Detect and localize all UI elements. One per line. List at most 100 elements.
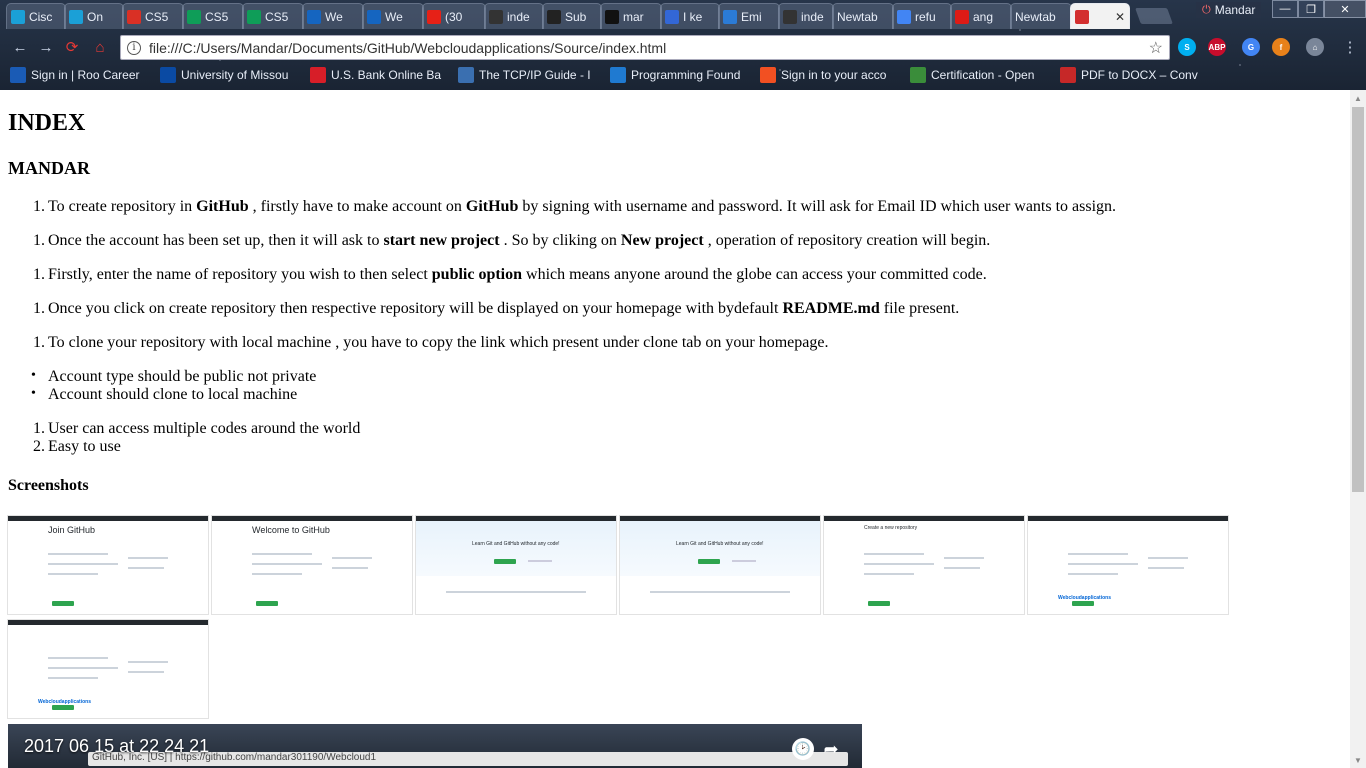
step-text: by signing with username and password. I…	[518, 198, 1117, 215]
close-tab-icon[interactable]: ✕	[1115, 10, 1125, 24]
tab-14[interactable]: Newtab	[832, 3, 894, 29]
bookmark-item[interactable]: Certification - Open	[910, 67, 1034, 83]
screenshot-thumbnail[interactable]: Create a new repository	[824, 516, 1024, 614]
scroll-down-arrow[interactable]: ▼	[1350, 752, 1366, 768]
step-emphasis: public option	[431, 266, 523, 283]
thumb-line	[332, 567, 368, 569]
back-button[interactable]: ←	[10, 38, 30, 56]
bookmark-label: Certification - Open	[931, 68, 1035, 82]
bookmark-label: Programming Found	[631, 68, 741, 82]
screenshot-thumbnail[interactable]: Webcloudapplications	[1028, 516, 1228, 614]
tab-17[interactable]: Newtab	[1010, 3, 1072, 29]
url-text[interactable]: file:///C:/Users/Mandar/Documents/GitHub…	[149, 40, 666, 56]
adblock-icon[interactable]: ABP	[1208, 38, 1226, 56]
gmail-icon	[127, 9, 141, 24]
thumb-line	[1148, 557, 1188, 559]
thumb-line	[650, 591, 790, 593]
tab-10[interactable]: mar	[600, 3, 662, 29]
reload-button[interactable]: ⟳	[62, 38, 82, 56]
vertical-scrollbar[interactable]: ▲ ▼	[1350, 90, 1366, 768]
tab-4[interactable]: CS5	[242, 3, 304, 29]
angular-icon	[955, 9, 969, 24]
thumb-line	[48, 563, 118, 565]
thumb-button	[52, 601, 74, 606]
tab-6[interactable]: We	[362, 3, 424, 29]
step-text: Firstly, enter the name of repository yo…	[48, 266, 432, 283]
youtube-icon	[427, 9, 441, 24]
translate-icon[interactable]: G	[1242, 38, 1260, 56]
thumb-title: Learn Git and GitHub without any code!	[676, 541, 764, 547]
tab-3[interactable]: CS5	[182, 3, 244, 29]
close-window-button[interactable]: ✕	[1324, 0, 1366, 18]
thumb-line	[446, 591, 586, 593]
tab-1[interactable]: On	[64, 3, 124, 29]
thumb-line	[252, 553, 312, 555]
profile-button[interactable]: ⏻ Mandar	[1196, 2, 1262, 18]
tab-15[interactable]: refu	[892, 3, 952, 29]
screenshot-preview-overlay[interactable]: GitHub, Inc. [US] | https://github.com/m…	[8, 724, 862, 768]
thumb-title: Webcloudapplications	[1058, 595, 1111, 601]
bookmark-star-icon[interactable]: ☆	[1149, 38, 1163, 58]
cert-icon	[910, 67, 926, 83]
bookmark-item[interactable]: Sign in | Roo Career	[10, 67, 140, 83]
tab-7[interactable]: (30	[422, 3, 486, 29]
step-text: To clone your repository with local mach…	[48, 334, 829, 351]
screenshot-thumbnail[interactable]: Learn Git and GitHub without any code!	[416, 516, 616, 614]
bookmark-item[interactable]: Sign in to your acco	[760, 67, 886, 83]
bookmark-item[interactable]: The TCP/IP Guide - I	[458, 67, 591, 83]
usbank-icon	[310, 67, 326, 83]
github-icon	[605, 9, 619, 24]
tab-label: refu	[915, 9, 936, 24]
address-bar[interactable]: i file:///C:/Users/Mandar/Documents/GitH…	[120, 35, 1170, 60]
cisco-icon	[69, 9, 83, 24]
screenshot-thumbnail[interactable]: Learn Git and GitHub without any code!	[620, 516, 820, 614]
screenshot-thumbnail[interactable]: Webcloudapplications	[8, 620, 208, 718]
tab-9[interactable]: Sub	[542, 3, 602, 29]
b-icon	[367, 9, 381, 24]
flash-icon[interactable]: f	[1272, 38, 1290, 56]
tab-18[interactable]: ✕	[1070, 3, 1130, 29]
skype-icon[interactable]: S	[1178, 38, 1196, 56]
tab-label: Cisc	[29, 9, 53, 24]
bullet-item: Account should clone to local machine	[31, 386, 297, 404]
scroll-up-arrow[interactable]: ▲	[1350, 90, 1366, 106]
thumb-line	[1068, 573, 1118, 575]
tab-16[interactable]: ang	[950, 3, 1012, 29]
maximize-button[interactable]: ❐	[1298, 0, 1324, 18]
tab-13[interactable]: inde	[778, 3, 834, 29]
thumb-button	[494, 559, 516, 564]
forward-button[interactable]: →	[36, 38, 56, 56]
screenshot-thumbnail[interactable]: Welcome to GitHub	[212, 516, 412, 614]
home-button[interactable]: ⌂	[90, 38, 110, 56]
thumb-line	[128, 567, 164, 569]
info-icon[interactable]: i	[127, 40, 141, 55]
umkc-icon	[160, 67, 176, 83]
home-ext-icon[interactable]: ⌂	[1306, 38, 1324, 56]
screenshot-thumbnail[interactable]: Join GitHub	[8, 516, 208, 614]
bookmark-item[interactable]: U.S. Bank Online Ba	[310, 67, 441, 83]
scroll-thumb[interactable]	[1352, 107, 1364, 492]
minimize-button[interactable]: —	[1272, 0, 1298, 18]
tab-2[interactable]: CS5	[122, 3, 184, 29]
bookmark-item[interactable]: University of Missou	[160, 67, 288, 83]
thumb-line	[332, 557, 372, 559]
tab-label: I ke	[683, 9, 703, 24]
new-tab-button[interactable]	[1135, 8, 1173, 24]
tab-0[interactable]: Cisc	[6, 3, 66, 29]
bookmark-item[interactable]: Programming Found	[610, 67, 740, 83]
toolbar: ← → ⟳ ⌂ i file:///C:/Users/Mandar/Docume…	[0, 32, 1366, 62]
clock-icon[interactable]: 🕑	[792, 738, 814, 760]
tab-label: CS5	[205, 9, 229, 24]
share-icon[interactable]: ➦	[820, 738, 842, 760]
tab-11[interactable]: I ke	[660, 3, 720, 29]
tab-label: On	[87, 9, 104, 24]
menu-icon[interactable]: ⋮	[1340, 38, 1360, 56]
bookmark-item[interactable]: PDF to DOCX – Conv	[1060, 67, 1198, 83]
tab-5[interactable]: We	[302, 3, 364, 29]
tab-8[interactable]: inde	[484, 3, 544, 29]
tab-12[interactable]: Emi	[718, 3, 780, 29]
thumb-line	[1148, 567, 1184, 569]
thumb-title: Welcome to GitHub	[252, 525, 330, 535]
thumb-title: Learn Git and GitHub without any code!	[472, 541, 560, 547]
bb-icon	[547, 9, 561, 24]
